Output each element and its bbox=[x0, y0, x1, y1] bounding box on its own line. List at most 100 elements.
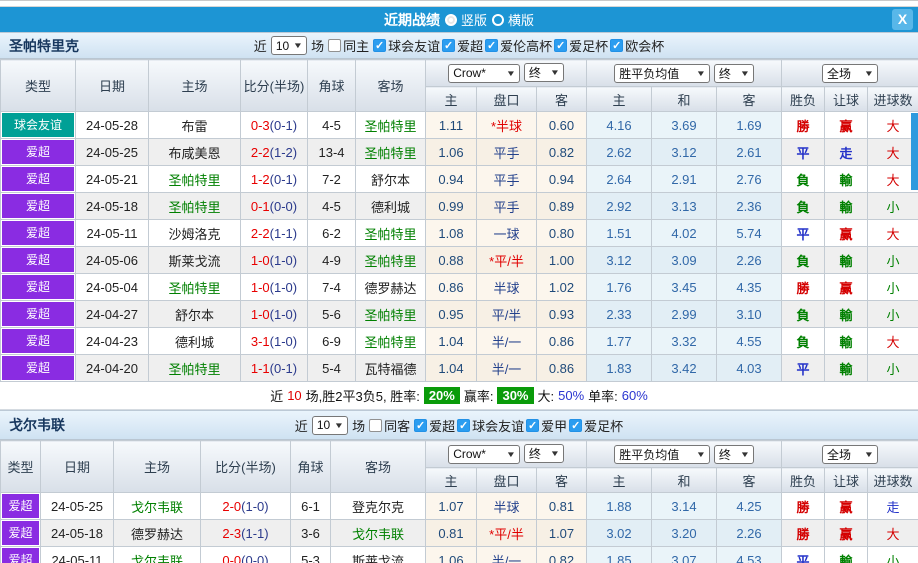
halftime-score: (1-0) bbox=[241, 499, 268, 514]
col-handicap-result: 让球 bbox=[825, 87, 868, 112]
avg-odds-select[interactable]: 胜平负均值▼ bbox=[614, 64, 710, 83]
match-row: 爱超24-04-23德利城3-1(1-0)6-9圣帕特里1.04半/一0.861… bbox=[1, 328, 918, 355]
avg-stage-select[interactable]: 终▼ bbox=[714, 64, 754, 83]
away-team: 圣帕特里 bbox=[356, 328, 426, 355]
result: 勝 bbox=[782, 112, 825, 139]
avg-away: 2.76 bbox=[717, 166, 782, 193]
odds-company-header: Crow*▼ 终▼ bbox=[426, 441, 587, 468]
chevron-down-icon: ▼ bbox=[550, 449, 560, 458]
goals-result: 小 bbox=[868, 193, 918, 220]
league-badge: 爱超 bbox=[2, 194, 74, 218]
league-filter[interactable]: ✓欧会杯 bbox=[610, 36, 664, 55]
handicap: 平手 bbox=[477, 166, 537, 193]
handicap-result: 赢 bbox=[825, 220, 868, 247]
result: 負 bbox=[782, 301, 825, 328]
league-filter-label: 球会友谊 bbox=[388, 36, 440, 55]
halftime-score: (1-2) bbox=[270, 145, 297, 160]
match-date: 24-04-23 bbox=[76, 328, 149, 355]
league-filter[interactable]: ✓爱超 bbox=[442, 36, 483, 55]
match-date: 24-05-25 bbox=[41, 493, 114, 520]
home-team: 圣帕特里 bbox=[149, 166, 241, 193]
halftime-score: (1-0) bbox=[270, 307, 297, 322]
avg-away: 4.35 bbox=[717, 274, 782, 301]
checkbox-checked-icon: ✓ bbox=[610, 39, 623, 52]
avg-home: 3.12 bbox=[587, 247, 652, 274]
handicap: 平手 bbox=[477, 139, 537, 166]
near-label: 近 bbox=[254, 36, 267, 55]
halftime-score: (0-1) bbox=[270, 361, 297, 376]
fulltime-score: 2-2 bbox=[251, 145, 270, 160]
avg-home: 2.92 bbox=[587, 193, 652, 220]
corners: 3-6 bbox=[291, 520, 331, 547]
league-badge: 爱超 bbox=[2, 275, 74, 299]
league-badge: 爱超 bbox=[2, 167, 74, 191]
match-count-select[interactable]: 10▼ bbox=[271, 36, 307, 55]
col-odds-away: 客 bbox=[537, 87, 587, 112]
scope-select[interactable]: 全场▼ bbox=[822, 445, 878, 464]
corners: 7-2 bbox=[308, 166, 356, 193]
away-odds: 0.81 bbox=[537, 493, 587, 520]
league-filter[interactable]: ✓爱伦高杯 bbox=[485, 36, 552, 55]
home-team: 德利城 bbox=[149, 328, 241, 355]
score: 1-0(1-0) bbox=[241, 274, 308, 301]
col-date: 日期 bbox=[41, 441, 114, 493]
same-venue-filter[interactable]: 同主 bbox=[328, 36, 369, 55]
handicap: *平/半 bbox=[477, 247, 537, 274]
layout-option-vertical[interactable]: 竖版 bbox=[445, 10, 487, 29]
home-odds: 0.81 bbox=[426, 520, 477, 547]
same-venue-filter[interactable]: 同客 bbox=[369, 416, 410, 435]
league-filter[interactable]: ✓爱足杯 bbox=[554, 36, 608, 55]
fulltime-score: 0-3 bbox=[251, 118, 270, 133]
games-label: 场 bbox=[352, 416, 365, 435]
home-odds: 1.04 bbox=[426, 355, 477, 382]
goals-result: 走 bbox=[868, 493, 918, 520]
league-cell: 爱超 bbox=[1, 139, 76, 166]
league-filter[interactable]: ✓爱甲 bbox=[526, 416, 567, 435]
fulltime-score: 1-1 bbox=[251, 361, 270, 376]
odds-company-header: Crow*▼ 终▼ bbox=[426, 60, 587, 87]
handicap: 半/一 bbox=[477, 355, 537, 382]
scope-select[interactable]: 全场▼ bbox=[822, 64, 878, 83]
league-filter[interactable]: ✓爱超 bbox=[414, 416, 455, 435]
win-rate-badge: 20% bbox=[424, 387, 460, 404]
radio-unselected-icon bbox=[492, 14, 504, 26]
league-filter[interactable]: ✓爱足杯 bbox=[569, 416, 623, 435]
halftime-score: (1-0) bbox=[270, 253, 297, 268]
away-odds: 0.93 bbox=[537, 301, 587, 328]
handicap: 半/一 bbox=[477, 547, 537, 563]
avg-draw: 2.91 bbox=[652, 166, 717, 193]
chevron-down-icon: ▼ bbox=[506, 450, 516, 459]
avg-odds-select[interactable]: 胜平负均值▼ bbox=[614, 445, 710, 464]
match-date: 24-05-25 bbox=[76, 139, 149, 166]
halftime-score: (1-1) bbox=[241, 526, 268, 541]
away-team: 圣帕特里 bbox=[356, 220, 426, 247]
handicap-result: 輸 bbox=[825, 166, 868, 193]
odds-stage-select[interactable]: 终▼ bbox=[524, 444, 564, 463]
radio-selected-icon bbox=[445, 14, 457, 26]
scrollbar-thumb[interactable] bbox=[911, 113, 918, 190]
close-button[interactable]: X bbox=[892, 9, 913, 30]
odds-company-select[interactable]: Crow*▼ bbox=[448, 64, 520, 83]
match-date: 24-05-04 bbox=[76, 274, 149, 301]
handicap: 平/半 bbox=[477, 301, 537, 328]
handicap-result: 輸 bbox=[825, 247, 868, 274]
popup-title: 近期战绩 bbox=[384, 10, 440, 30]
match-count-select[interactable]: 10▼ bbox=[312, 416, 348, 435]
avg-home: 2.62 bbox=[587, 139, 652, 166]
goals-result: 小 bbox=[868, 547, 918, 563]
avg-away: 2.26 bbox=[717, 247, 782, 274]
layout-option-horizontal[interactable]: 横版 bbox=[492, 10, 534, 29]
goals-result: 小 bbox=[868, 301, 918, 328]
avg-stage-select[interactable]: 终▼ bbox=[714, 445, 754, 464]
odds-stage-select[interactable]: 终▼ bbox=[524, 63, 564, 82]
layout-option-label: 横版 bbox=[508, 10, 534, 29]
away-team: 圣帕特里 bbox=[356, 301, 426, 328]
match-row: 爱超24-04-27舒尔本1-0(1-0)5-6圣帕特里0.95平/半0.932… bbox=[1, 301, 918, 328]
col-avg-away: 客 bbox=[717, 468, 782, 493]
away-odds: 0.80 bbox=[537, 220, 587, 247]
league-filter[interactable]: ✓球会友谊 bbox=[373, 36, 440, 55]
result: 負 bbox=[782, 328, 825, 355]
league-filter[interactable]: ✓球会友谊 bbox=[457, 416, 524, 435]
odds-company-select[interactable]: Crow*▼ bbox=[448, 445, 520, 464]
avg-draw: 3.45 bbox=[652, 274, 717, 301]
